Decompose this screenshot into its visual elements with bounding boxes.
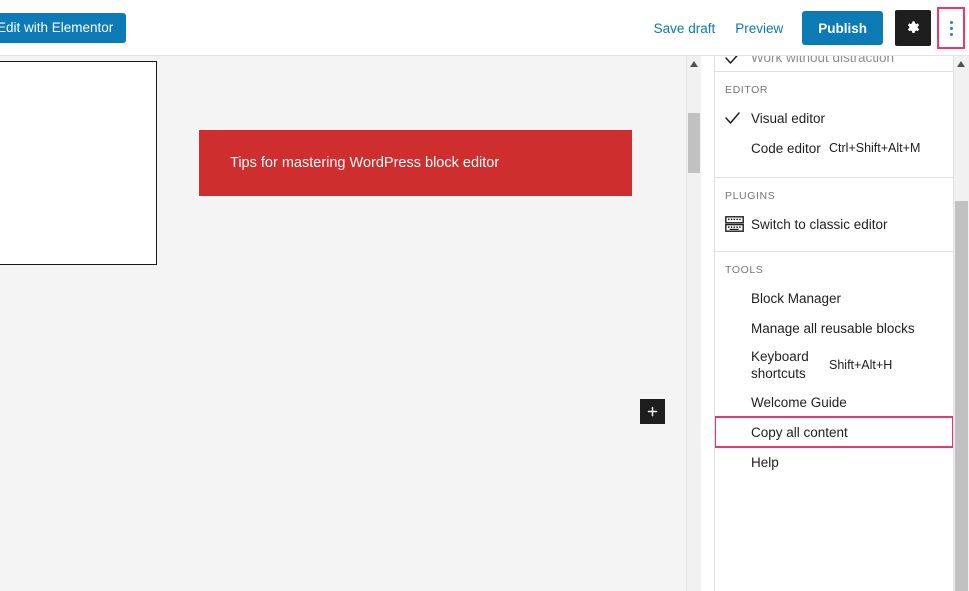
menu-item-label: Switch to classic editor	[751, 216, 888, 232]
menu-item-help[interactable]: Help	[715, 447, 953, 477]
menu-item-welcome-guide[interactable]: Welcome Guide	[715, 387, 953, 417]
save-draft-button[interactable]: Save draft	[644, 15, 726, 42]
menu-item-label: Copy all content	[751, 424, 848, 440]
menu-item-manage-reusable-blocks[interactable]: Manage all reusable blocks	[715, 313, 953, 343]
editor-canvas[interactable]: Tips for mastering WordPress block edito…	[0, 56, 686, 591]
kebab-menu-icon	[949, 20, 953, 24]
menu-item-code-editor[interactable]: Code editor Ctrl+Shift+Alt+M	[715, 133, 953, 163]
more-options-menu-panel: Work without distraction EDITOR Visual e…	[714, 56, 954, 591]
menu-panel-scrollbar[interactable]	[954, 56, 969, 591]
topbar-actions: Save draft Preview Publish	[644, 0, 969, 56]
menu-section-title-editor: EDITOR	[725, 84, 769, 96]
menu-section-view: Work without distraction	[715, 56, 953, 72]
canvas-scrollbar[interactable]	[686, 56, 701, 591]
menu-item-visual-editor[interactable]: Visual editor	[715, 103, 953, 133]
menu-item-label: Welcome Guide	[751, 394, 847, 410]
menu-item-work-without-distraction[interactable]: Work without distraction	[715, 56, 953, 71]
menu-section-plugins: PLUGINS Switch to classic editor	[715, 178, 953, 252]
menu-item-label: Help	[751, 454, 779, 470]
menu-item-label: Work without distraction	[751, 56, 895, 65]
checkmark-icon	[725, 56, 751, 66]
settings-button[interactable]	[895, 10, 931, 46]
add-block-button[interactable]	[640, 399, 665, 424]
menu-item-label: Code editor	[751, 140, 821, 156]
menu-item-shortcut: Shift+Alt+H	[829, 358, 893, 372]
checkmark-icon	[725, 111, 751, 125]
kebab-menu-icon-dot-2	[949, 26, 953, 30]
menu-item-label: Keyboard shortcuts	[751, 349, 809, 381]
menu-item-switch-to-classic-editor[interactable]: Switch to classic editor	[715, 209, 953, 239]
plus-icon	[645, 404, 660, 419]
editor-top-bar: Edit with Elementor Save draft Preview P…	[0, 0, 969, 56]
more-options-button[interactable]	[937, 7, 965, 49]
kebab-menu-icon-dot-3	[949, 32, 953, 36]
menu-item-copy-all-content[interactable]: Copy all content	[715, 416, 953, 448]
menu-panel-scrollbar-thumb[interactable]	[955, 201, 968, 591]
edit-with-elementor-button[interactable]: Edit with Elementor	[0, 13, 127, 43]
preview-button[interactable]: Preview	[725, 15, 793, 42]
cover-block[interactable]: Tips for mastering WordPress block edito…	[199, 130, 632, 196]
menu-item-label: Visual editor	[751, 110, 826, 126]
editor-window: Edit with Elementor Save draft Preview P…	[0, 0, 969, 591]
image-block-placeholder[interactable]	[0, 61, 157, 265]
menu-section-title-tools: TOOLS	[725, 264, 764, 276]
publish-button[interactable]: Publish	[802, 11, 883, 45]
menu-item-shortcut: Ctrl+Shift+Alt+M	[829, 141, 921, 155]
menu-section-title-plugins: PLUGINS	[725, 190, 776, 202]
menu-item-label: Manage all reusable blocks	[751, 320, 915, 336]
menu-item-block-manager[interactable]: Block Manager	[715, 283, 953, 313]
gear-icon	[905, 20, 922, 37]
menu-section-editor: EDITOR Visual editor Code editor Ctrl+Sh…	[715, 72, 953, 178]
scroll-up-arrow-icon[interactable]	[954, 56, 968, 72]
canvas-scrollbar-thumb[interactable]	[688, 113, 700, 173]
classic-editor-icon	[725, 216, 751, 232]
menu-item-label: Block Manager	[751, 290, 842, 306]
cover-block-title: Tips for mastering WordPress block edito…	[230, 155, 500, 171]
scroll-up-arrow-icon[interactable]	[687, 56, 701, 72]
menu-section-tools: TOOLS Block Manager Manage all reusable …	[715, 252, 953, 477]
menu-item-keyboard-shortcuts[interactable]: Keyboard shortcuts Shift+Alt+H	[715, 343, 953, 387]
